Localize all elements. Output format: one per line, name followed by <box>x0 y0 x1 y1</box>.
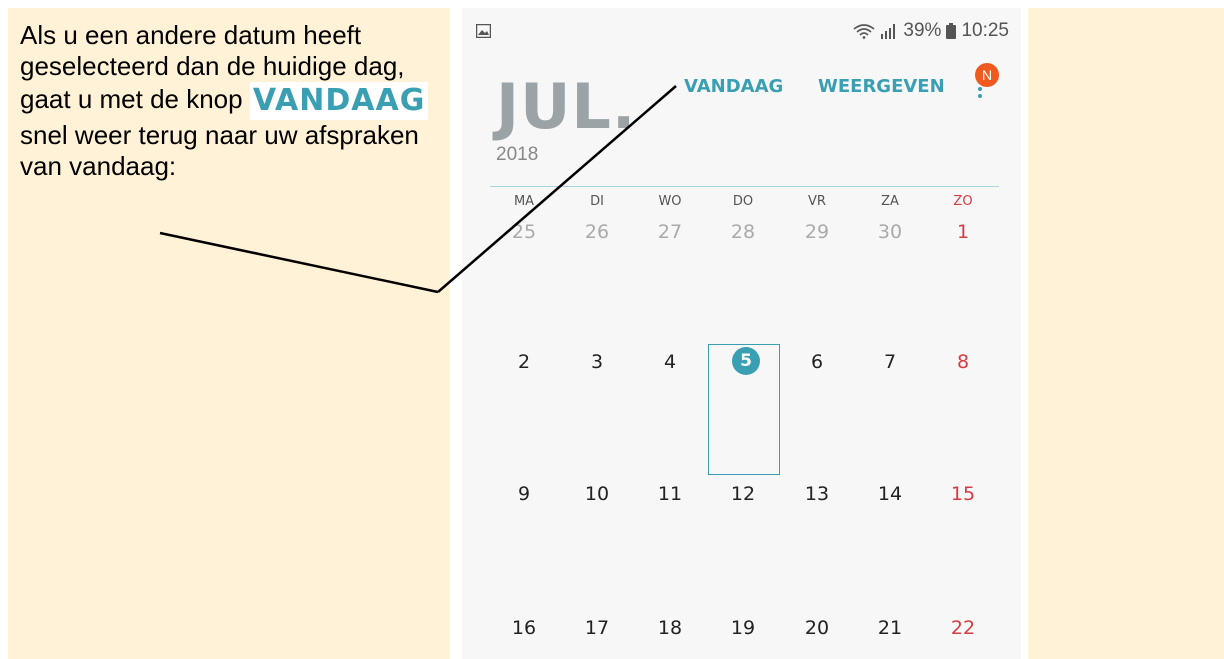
callout-pointer-line <box>159 85 677 294</box>
